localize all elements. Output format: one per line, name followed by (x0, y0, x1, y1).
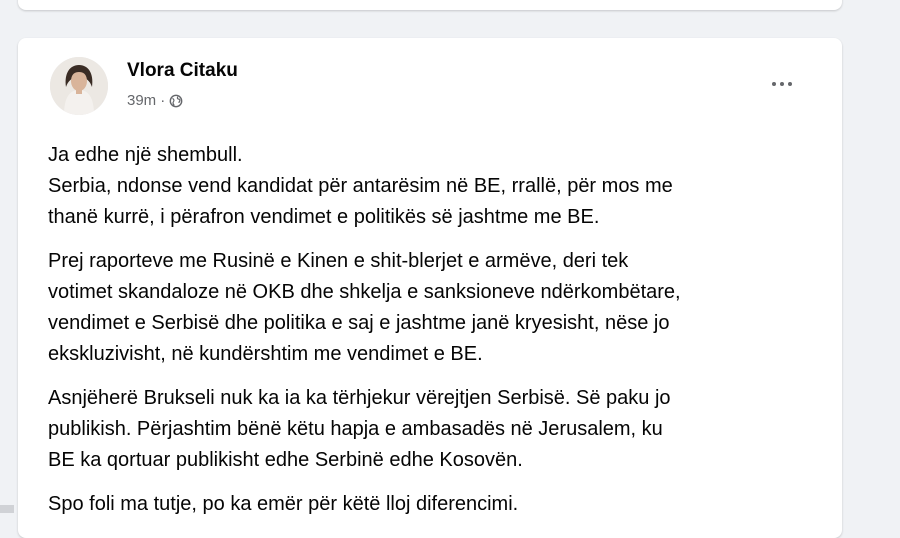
author-name[interactable]: Vlora Citaku (127, 60, 238, 82)
post-line: Prej raporteve me Rusinë e Kinen e shit-… (48, 250, 629, 272)
post-paragraph: Asnjëherë Brukseli nuk ka ia ka tërhjeku… (48, 383, 838, 476)
post-card: Vlora Citaku 39m · Ja edhe një shembull.… (18, 38, 842, 538)
previous-post-card (18, 0, 842, 10)
post-line: Spo foli ma tutje, po ka emër për këtë l… (48, 493, 519, 515)
more-dot (780, 82, 784, 86)
post-line: vendimet e Serbisë dhe politika e saj e … (48, 312, 670, 334)
more-horizontal-icon (772, 82, 776, 86)
post-line: BE ka qortuar publikisht edhe Serbinë ed… (48, 449, 523, 471)
post-line: votimet skandaloze në OKB dhe shkelja e … (48, 281, 681, 303)
globe-icon (169, 94, 183, 108)
window-edge (0, 505, 14, 513)
post-paragraph: Prej raporteve me Rusinë e Kinen e shit-… (48, 246, 838, 370)
meta-separator: · (160, 92, 166, 109)
more-dot (788, 82, 792, 86)
post-line: thanë kurrë, i përafron vendimet e polit… (48, 206, 600, 228)
post-paragraph: Ja edhe një shembull. Serbia, ndonse ven… (48, 140, 838, 233)
post-line: ekskluzivisht, në kundërshtim me vendime… (48, 343, 483, 365)
post-line: Ja edhe një shembull. (48, 144, 243, 166)
post-paragraph: Spo foli ma tutje, po ka emër për këtë l… (48, 489, 838, 520)
avatar[interactable] (50, 57, 108, 115)
post-line: Asnjëherë Brukseli nuk ka ia ka tërhjeku… (48, 387, 671, 409)
post-text: Ja edhe një shembull. Serbia, ndonse ven… (48, 140, 838, 533)
post-line: publikish. Përjashtim bënë këtu hapja e … (48, 418, 663, 440)
post-line: Serbia, ndonse vend kandidat për antarës… (48, 175, 673, 197)
post-meta: 39m · (127, 92, 183, 109)
more-options-button[interactable] (762, 68, 802, 100)
post-timestamp[interactable]: 39m (127, 92, 156, 109)
